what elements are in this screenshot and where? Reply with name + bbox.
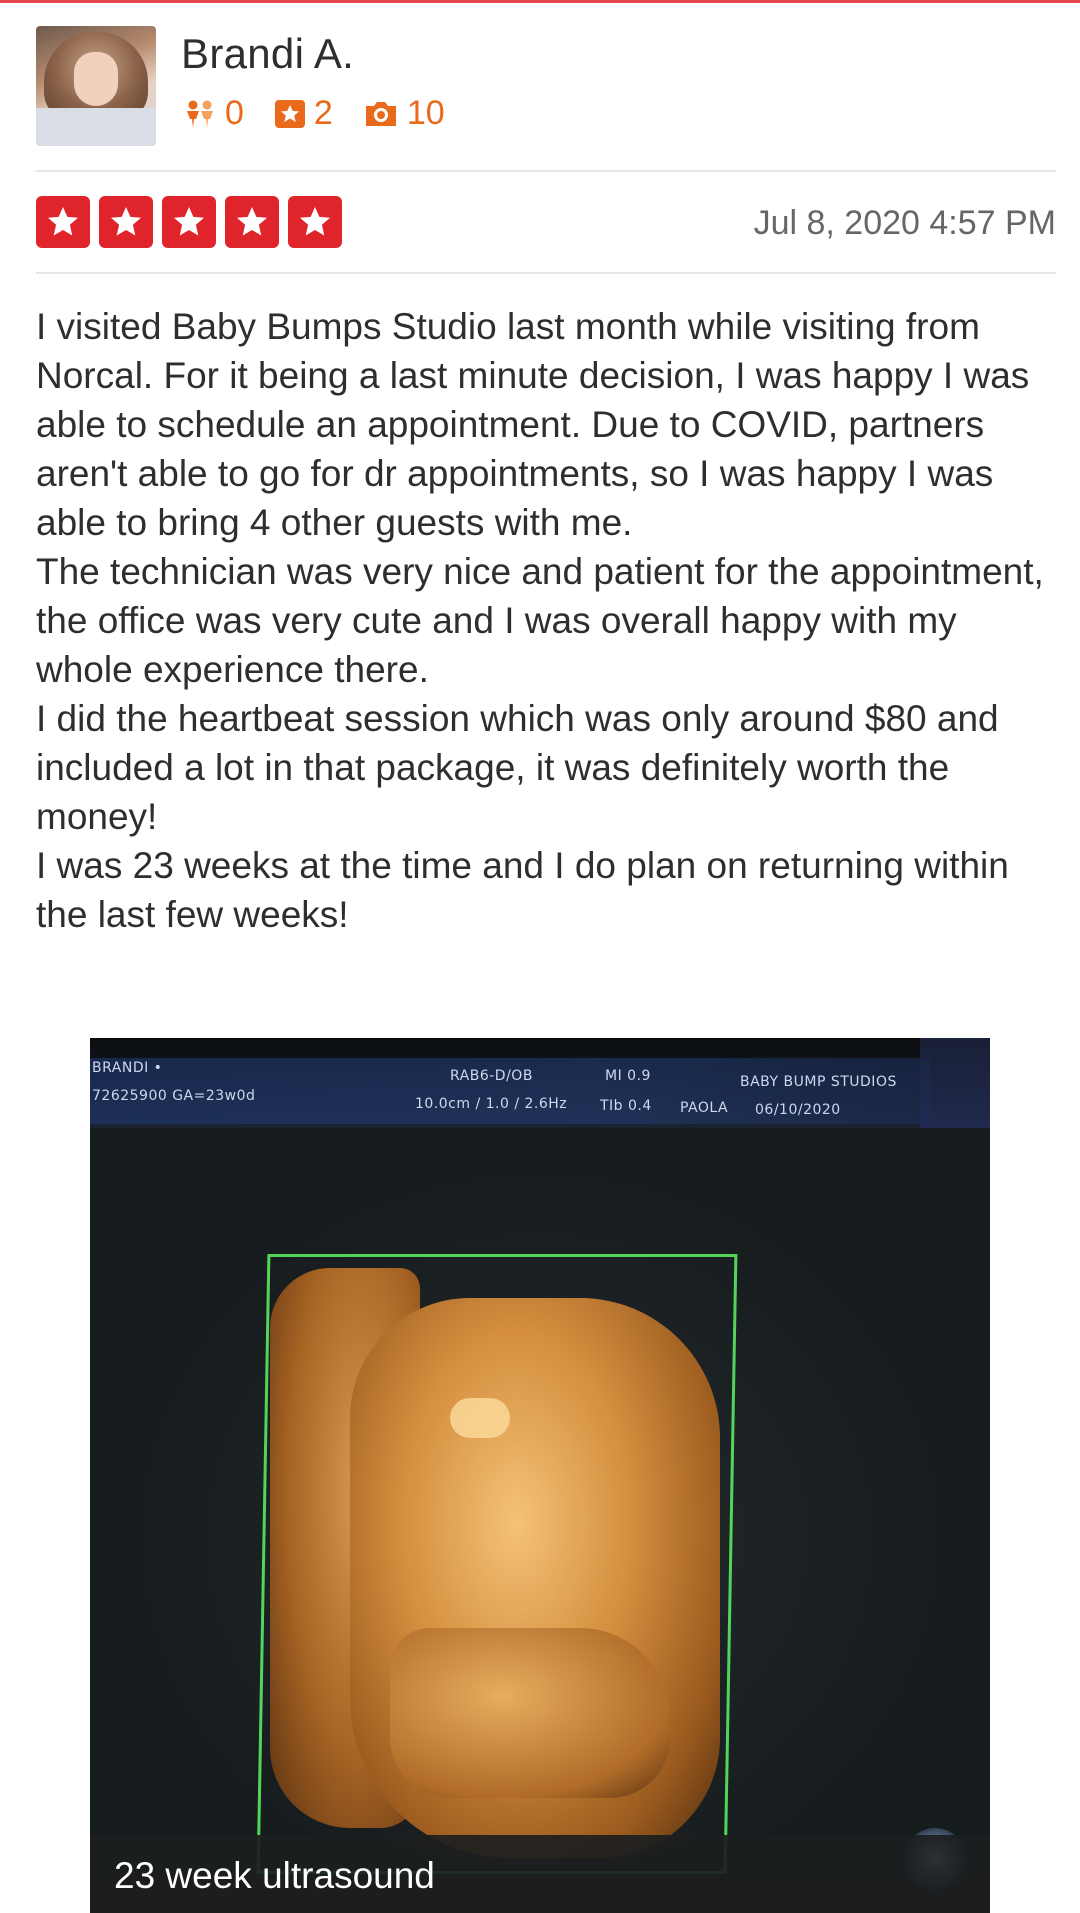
photo-caption: 23 week ultrasound — [114, 1855, 435, 1896]
photo-caption-bar: 23 week ultrasound — [90, 1835, 990, 1913]
review-paragraph: I did the heartbeat session which was on… — [36, 698, 999, 837]
star-rating — [36, 196, 342, 248]
review-star-icon — [274, 98, 306, 130]
divider — [36, 170, 1056, 172]
scan-date: 06/10/2020 — [755, 1102, 841, 1118]
scan-probe: RAB6-D/OB — [450, 1068, 533, 1084]
star-icon — [162, 196, 216, 248]
rating-row: Jul 8, 2020 4:57 PM — [36, 196, 1056, 248]
scan-mi: MI 0.9 — [605, 1068, 651, 1084]
reviews-stat: 2 — [274, 94, 333, 133]
star-icon — [288, 196, 342, 248]
top-accent-rule — [0, 0, 1080, 3]
review-date: Jul 8, 2020 4:57 PM — [753, 204, 1056, 242]
user-header[interactable]: Brandi A. 0 2 10 — [36, 26, 1056, 146]
review-paragraph: The technician was very nice and patient… — [36, 551, 1044, 690]
scan-studio: BABY BUMP STUDIOS — [740, 1074, 897, 1090]
review-paragraph: I visited Baby Bumps Studio last month w… — [36, 306, 1030, 543]
reviews-count: 2 — [313, 94, 333, 132]
friends-stat: 0 — [183, 94, 244, 133]
photos-count: 10 — [406, 94, 445, 132]
star-icon — [99, 196, 153, 248]
user-stats: 0 2 10 — [183, 94, 445, 133]
review-photo[interactable]: BRANDI • RAB6-D/OB MI 0.9 BABY BUMP STUD… — [90, 1038, 990, 1913]
photos-stat: 10 — [363, 94, 445, 133]
user-name[interactable]: Brandi A. — [181, 30, 354, 78]
friends-count: 0 — [225, 94, 244, 132]
avatar[interactable] — [36, 26, 156, 146]
scan-tib: TIb 0.4 — [600, 1098, 652, 1114]
review-page: Brandi A. 0 2 10 Jul 8, 2020 4:57 PM I v… — [0, 0, 1080, 1913]
scan-id: 72625900 GA=23w0d — [92, 1088, 256, 1104]
ultrasound-image — [90, 1128, 990, 1890]
review-text: I visited Baby Bumps Studio last month w… — [36, 302, 1056, 939]
star-icon — [225, 196, 279, 248]
divider — [36, 272, 1056, 274]
camera-icon — [363, 98, 399, 130]
star-icon — [36, 196, 90, 248]
friends-icon — [183, 97, 217, 131]
scan-operator: PAOLA — [680, 1100, 729, 1116]
review-paragraph: I was 23 weeks at the time and I do plan… — [36, 845, 1009, 935]
roi-box — [256, 1254, 738, 1874]
scan-patient: BRANDI • — [92, 1060, 163, 1076]
scan-depth: 10.0cm / 1.0 / 2.6Hz — [415, 1096, 568, 1112]
